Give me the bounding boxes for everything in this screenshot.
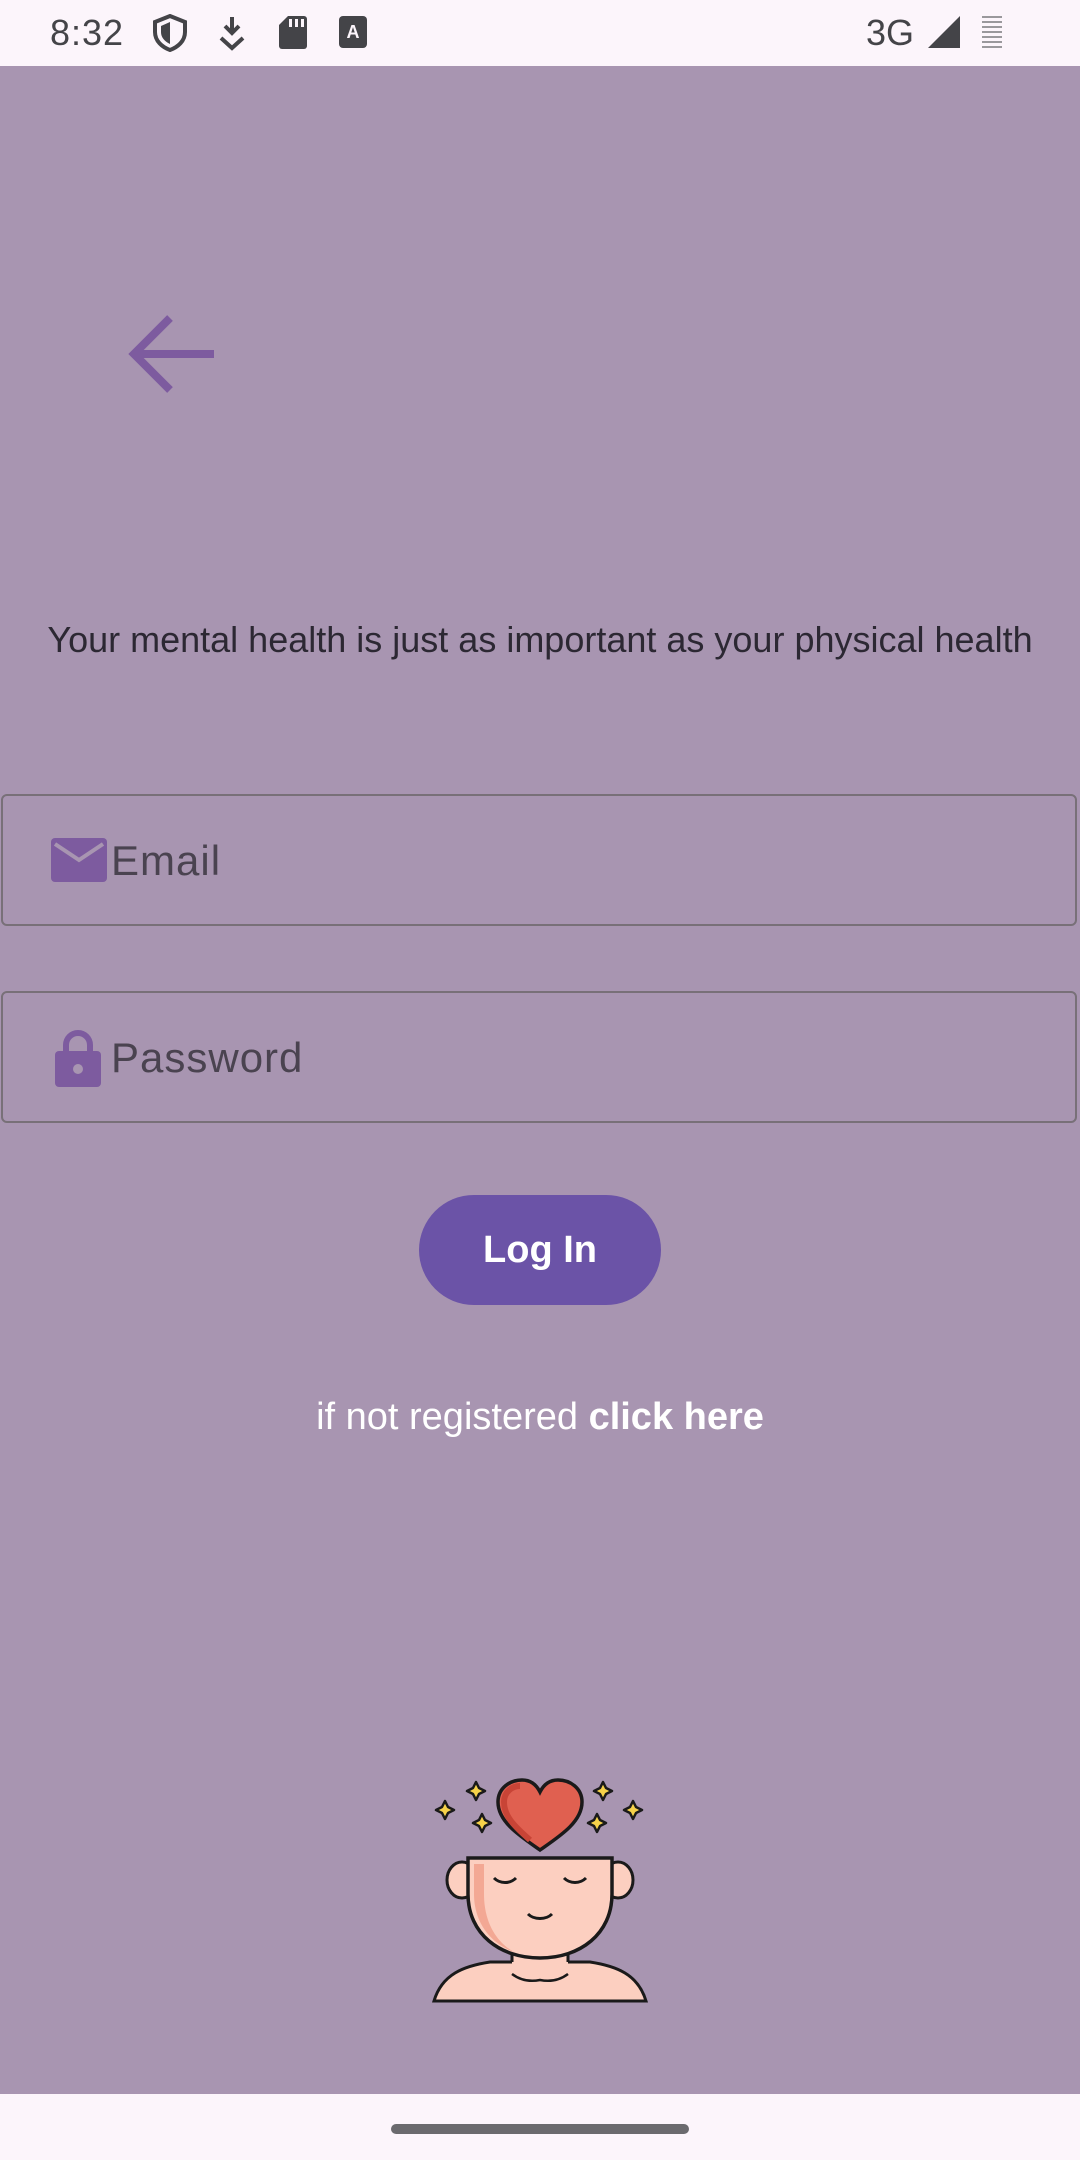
network-type: 3G xyxy=(866,12,915,53)
register-prompt-text: if not registered xyxy=(316,1396,589,1438)
email-field[interactable] xyxy=(1,794,1077,926)
email-input[interactable] xyxy=(111,816,1051,906)
lock-icon xyxy=(55,1029,101,1092)
sd-card-icon xyxy=(278,14,308,55)
home-indicator[interactable] xyxy=(391,2124,689,2134)
arrow-left-icon xyxy=(128,315,214,393)
download-icon xyxy=(218,14,246,57)
tagline: Your mental health is just as important … xyxy=(47,619,1033,660)
svg-text:A: A xyxy=(347,22,360,42)
register-prompt: if not registered click here xyxy=(0,1396,1080,1439)
back-button[interactable] xyxy=(118,302,222,406)
login-screen: Your mental health is just as important … xyxy=(0,66,1080,2094)
keyboard-a-icon: A xyxy=(338,14,368,55)
mindful-head-heart-illustration xyxy=(430,1774,650,2015)
status-bar: 8:32 A 3G xyxy=(0,0,1080,66)
mail-icon xyxy=(51,838,107,887)
status-time: 8:32 xyxy=(50,12,125,53)
login-button[interactable]: Log In xyxy=(419,1195,661,1305)
signal-icon xyxy=(926,14,962,55)
password-input[interactable] xyxy=(111,1013,1051,1103)
register-link[interactable]: click here xyxy=(589,1396,764,1438)
battery-icon xyxy=(980,14,1004,57)
password-field[interactable] xyxy=(1,991,1077,1123)
shield-icon xyxy=(152,13,188,57)
navigation-bar xyxy=(0,2094,1080,2160)
